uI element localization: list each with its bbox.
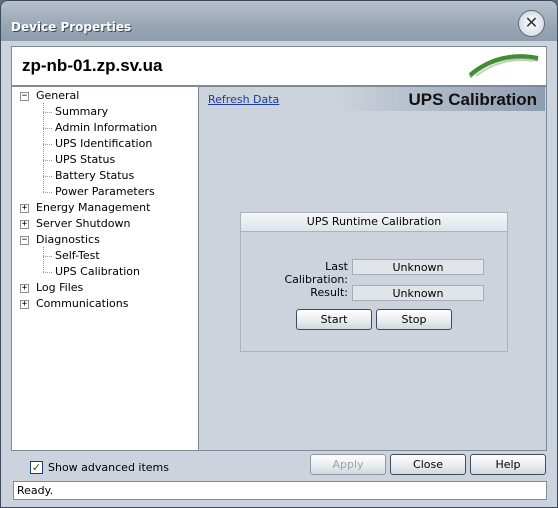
- tree-item[interactable]: Diagnostics: [36, 233, 100, 247]
- tree-item[interactable]: UPS Calibration: [55, 265, 140, 279]
- close-button[interactable]: Close: [390, 454, 466, 475]
- close-window-button[interactable]: ✕: [518, 10, 545, 37]
- apply-button[interactable]: Apply: [310, 454, 386, 475]
- show-advanced-label: Show advanced items: [48, 461, 169, 474]
- tree-connector: [43, 128, 52, 129]
- page-title: UPS Calibration: [408, 90, 537, 109]
- navigation-tree[interactable]: General − Summary Admin Information UPS Iden…: [11, 86, 199, 451]
- tree-connector: [43, 160, 52, 161]
- tree-connector: [43, 176, 52, 177]
- title-bar[interactable]: Device Properties ✕: [1, 1, 557, 41]
- tree-item[interactable]: Power Parameters: [55, 185, 155, 199]
- tree-item[interactable]: Server Shutdown: [36, 217, 131, 231]
- tree-item[interactable]: Energy Management: [36, 201, 150, 215]
- status-bar: Ready.: [13, 481, 547, 500]
- window-title: Device Properties: [11, 20, 132, 34]
- tree-connector: [43, 112, 52, 113]
- start-button[interactable]: Start: [296, 309, 372, 330]
- content-header: Refresh Data UPS Calibration: [199, 87, 545, 111]
- tree-connector: [43, 256, 52, 257]
- expand-icon[interactable]: +: [20, 300, 29, 309]
- device-header: zp-nb-01.zp.sv.ua: [11, 46, 547, 86]
- tree-item[interactable]: Communications: [36, 297, 128, 311]
- brand-logo-icon: [468, 54, 539, 79]
- tree-item[interactable]: UPS Status: [55, 153, 115, 167]
- tree-connector: [43, 103, 44, 192]
- stop-button[interactable]: Stop: [376, 309, 452, 330]
- tree-connector: [43, 272, 52, 273]
- result-label: Result:: [310, 286, 348, 299]
- group-title: UPS Runtime Calibration: [241, 213, 507, 232]
- collapse-icon[interactable]: −: [20, 236, 29, 245]
- expand-icon[interactable]: +: [20, 204, 29, 213]
- tree-item[interactable]: Admin Information: [55, 121, 157, 135]
- last-calibration-value: Unknown: [352, 259, 484, 275]
- close-icon: ✕: [524, 13, 539, 32]
- expand-icon[interactable]: +: [20, 284, 29, 293]
- tree-connector: [43, 192, 52, 193]
- tree-item[interactable]: Self-Test: [55, 249, 100, 263]
- refresh-data-link[interactable]: Refresh Data: [208, 93, 279, 106]
- tree-item[interactable]: Summary: [55, 105, 108, 119]
- last-calibration-label: Last Calibration:: [284, 260, 348, 286]
- tree-connector: [43, 144, 52, 145]
- tree-item[interactable]: UPS Identification: [55, 137, 152, 151]
- runtime-calibration-group: UPS Runtime Calibration Last Calibration…: [240, 212, 508, 352]
- tree-item[interactable]: General: [36, 89, 79, 103]
- tree-item[interactable]: Battery Status: [55, 169, 134, 183]
- expand-icon[interactable]: +: [20, 220, 29, 229]
- help-button[interactable]: Help: [470, 454, 546, 475]
- device-properties-window: Device Properties ✕ zp-nb-01.zp.sv.ua Ge…: [0, 0, 558, 508]
- result-value: Unknown: [352, 285, 484, 301]
- tree-connector: [43, 247, 44, 272]
- tree-item[interactable]: Log Files: [36, 281, 83, 295]
- checkmark-icon: ✓: [31, 461, 42, 474]
- content-panel: Refresh Data UPS Calibration UPS Runtime…: [199, 86, 547, 451]
- show-advanced-checkbox[interactable]: ✓: [30, 461, 43, 474]
- collapse-icon[interactable]: −: [20, 92, 29, 101]
- device-hostname: zp-nb-01.zp.sv.ua: [22, 56, 163, 75]
